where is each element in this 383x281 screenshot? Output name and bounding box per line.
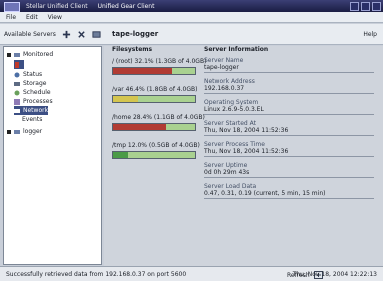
- tree-item-processes[interactable]: Processes: [14, 97, 53, 106]
- maximize-button[interactable]: [361, 2, 370, 11]
- info-value: tape-logger: [204, 64, 374, 73]
- node-title: tape-logger: [112, 30, 159, 38]
- server-tree[interactable]: Monitored Status Storage Schedule Proces…: [3, 46, 102, 265]
- last-updated-timestamp: Thu, Nov 18, 2004 12:22:13: [292, 271, 377, 278]
- info-label: Server Uptime: [204, 162, 248, 169]
- tree-item-schedule[interactable]: Schedule: [14, 88, 51, 97]
- filesystem-label: / (root) 32.1% (1.3GB of 4.0GB): [112, 58, 207, 65]
- filesystem-usage: /home 28.4% (1.1GB of 4.0GB): [112, 114, 205, 131]
- usage-bar: [112, 123, 196, 131]
- tree-item-label: Processes: [23, 98, 53, 105]
- server-settings-icon[interactable]: [92, 30, 101, 39]
- info-value: 192.168.0.37: [204, 85, 374, 94]
- expand-toggle-icon[interactable]: [7, 52, 11, 57]
- status-icon: [14, 72, 20, 77]
- tree-item-logger[interactable]: logger: [7, 127, 42, 136]
- storage-icon: [14, 81, 20, 86]
- menu-bar: File Edit View: [0, 12, 383, 23]
- toolbar: Available Servers tape-logger Help: [0, 24, 383, 45]
- info-label: Network Address: [204, 78, 255, 85]
- server-group-icon: [14, 52, 20, 57]
- tree-item-storage[interactable]: Storage: [14, 79, 46, 88]
- expand-toggle-icon[interactable]: [7, 129, 11, 134]
- status-bar: Successfully retrieved data from 192.168…: [0, 266, 383, 281]
- usage-bar-free: [172, 68, 195, 74]
- server-group-icon: [14, 129, 20, 134]
- window-app-name: Stellar Unified Client: [26, 2, 88, 10]
- tree-item-label: Status: [23, 71, 43, 78]
- filesystems-heading: Filesystems: [112, 46, 153, 53]
- tree-item-events[interactable]: Events: [22, 115, 42, 124]
- info-value: Linux 2.6.9-5.0.3.EL: [204, 106, 374, 115]
- tree-item-label: logger: [23, 128, 43, 135]
- info-label: Server Load Data: [204, 183, 257, 190]
- info-value: Thu, Nov 18, 2004 11:52:36: [204, 127, 374, 136]
- server-info-heading: Server Information: [204, 46, 269, 53]
- server-info-list: Server Name tape-logger Network Address …: [204, 57, 374, 204]
- info-value: 0.47, 0.31, 0.19 (current, 5 min, 15 min…: [204, 190, 374, 199]
- server-node-icon: [15, 61, 19, 68]
- menu-file[interactable]: File: [6, 14, 16, 21]
- remove-server-icon[interactable]: [77, 30, 86, 39]
- tree-item-monitored[interactable]: Monitored: [7, 50, 53, 59]
- menu-edit[interactable]: Edit: [26, 14, 38, 21]
- info-value: Thu, Nov 18, 2004 11:52:36: [204, 148, 374, 157]
- status-message: Successfully retrieved data from 192.168…: [6, 271, 187, 278]
- filesystem-usage: /var 46.4% (1.8GB of 4.0GB): [112, 86, 204, 103]
- usage-bar-free: [137, 96, 195, 102]
- usage-bar-used: [113, 124, 167, 130]
- tree-item-label: Network: [23, 107, 49, 114]
- schedule-icon: [14, 90, 20, 95]
- filesystem-usage: /tmp 12.0% (0.5GB of 4.0GB): [112, 142, 204, 159]
- tree-item-status[interactable]: Status: [14, 70, 42, 79]
- add-server-icon[interactable]: [62, 30, 71, 39]
- window-title: Unified Gear Client: [97, 2, 155, 10]
- toolbar-left: Available Servers: [4, 30, 101, 39]
- usage-bar-free: [127, 152, 195, 158]
- info-value: 0d 0h 29m 43s: [204, 169, 374, 178]
- usage-bar-used: [113, 152, 128, 158]
- filesystem-label: /tmp 12.0% (0.5GB of 4.0GB): [112, 142, 200, 149]
- usage-bar: [112, 67, 196, 75]
- filesystem-label: /var 46.4% (1.8GB of 4.0GB): [112, 86, 198, 93]
- filesystem-usage: / (root) 32.1% (1.3GB of 4.0GB): [112, 58, 207, 75]
- app-window: Stellar Unified Client Unified Gear Clie…: [0, 0, 383, 281]
- detail-panel: Filesystems Server Information / (root) …: [104, 46, 383, 266]
- window-controls: [350, 2, 381, 11]
- processes-icon: [14, 98, 20, 105]
- usage-bar-free: [166, 124, 195, 130]
- usage-bar: [112, 151, 196, 159]
- network-icon: [14, 108, 20, 113]
- filesystem-label: /home 28.4% (1.1GB of 4.0GB): [112, 114, 205, 121]
- server-list-label: Available Servers: [4, 31, 56, 38]
- tree-item-label: Schedule: [23, 89, 51, 96]
- tree-item-label: Monitored: [23, 51, 54, 58]
- tree-item-selected-node[interactable]: [14, 60, 24, 69]
- tree-item-network[interactable]: Network: [14, 106, 49, 115]
- menu-view[interactable]: View: [48, 14, 62, 21]
- info-label: Server Started At: [204, 120, 256, 127]
- window-menu-icon[interactable]: [4, 2, 20, 12]
- info-label: Server Name: [204, 57, 244, 64]
- info-label: Operating System: [204, 99, 259, 106]
- usage-bar-used: [113, 96, 138, 102]
- help-link[interactable]: Help: [363, 31, 377, 38]
- usage-bar: [112, 95, 196, 103]
- info-label: Server Process Time: [204, 141, 265, 148]
- tree-item-label: Events: [22, 116, 43, 123]
- title-bar: Stellar Unified Client Unified Gear Clie…: [0, 0, 383, 12]
- tree-item-label: Storage: [23, 80, 47, 87]
- close-button[interactable]: [372, 2, 381, 11]
- minimize-button[interactable]: [350, 2, 359, 11]
- usage-bar-used: [113, 68, 173, 74]
